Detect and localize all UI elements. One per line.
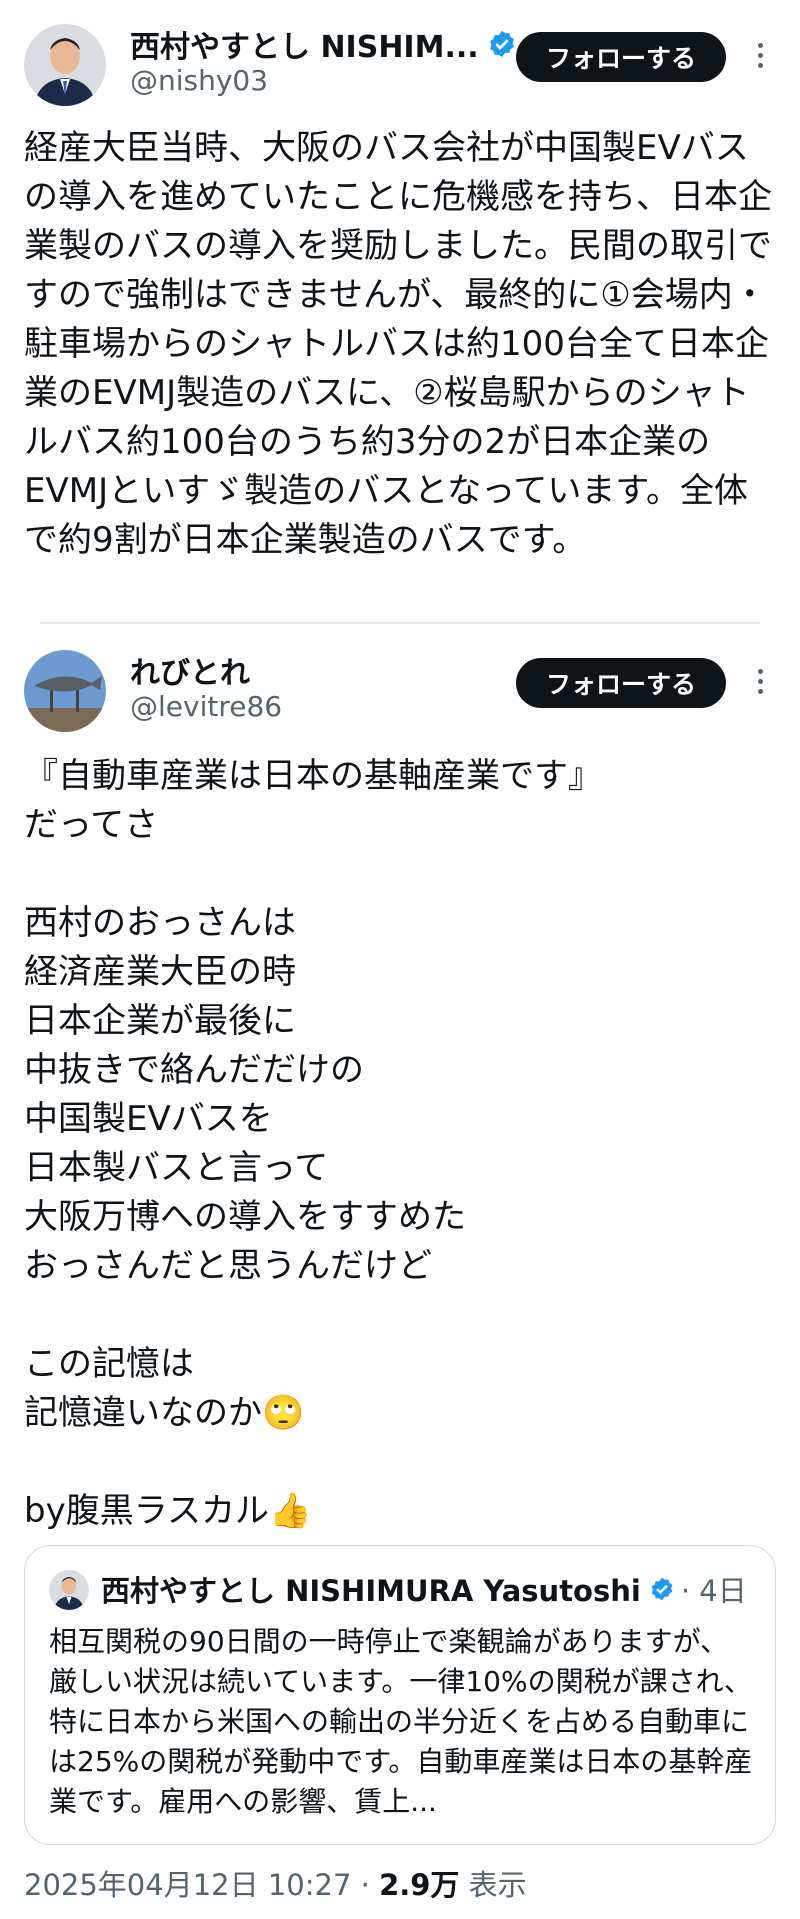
view-count: 2.9万	[379, 1868, 460, 1902]
quoted-post-header: 西村やすとし NISHIMURA Yasutoshi · 4日	[101, 1568, 747, 1610]
more-options-icon[interactable]	[750, 38, 770, 78]
user-handle[interactable]: @nishy03	[130, 64, 268, 97]
verified-badge-icon	[489, 30, 514, 58]
display-name[interactable]: れびとれ	[130, 648, 250, 692]
verified-badge-icon	[651, 1577, 673, 1601]
display-name[interactable]: 西村やすとし NISHIM...	[130, 22, 479, 66]
avatar-nishimura	[49, 1570, 89, 1610]
divider	[40, 622, 760, 624]
post-text: 経産大臣当時、大阪のバス会社が中国製EVバスの導入を進めていたことに危機感を持ち…	[24, 128, 772, 560]
quoted-display-name: 西村やすとし NISHIMURA Yasutoshi	[101, 1574, 641, 1608]
name-row: れびとれ	[130, 648, 250, 692]
avatar-levitre[interactable]	[24, 650, 106, 732]
follow-button[interactable]: フォローする	[516, 32, 726, 82]
quoted-post-card[interactable]: 西村やすとし NISHIMURA Yasutoshi · 4日 相互関税の90日…	[24, 1545, 776, 1845]
name-row: 西村やすとし NISHIM...	[130, 22, 517, 66]
follow-button[interactable]: フォローする	[516, 658, 726, 708]
quoted-post-text: 相互関税の90日間の一時停止で楽観論がありますが、厳しい状況は続いています。一律…	[49, 1625, 753, 1818]
more-options-icon[interactable]	[750, 664, 770, 704]
meta-separator: ·	[360, 1868, 370, 1902]
quoted-post-time: · 4日	[680, 1574, 747, 1608]
post-meta: 2025年04月12日 10:27 · 2.9万 表示	[24, 1862, 527, 1904]
post-text: 『自動車産業は日本の基軸産業です』 だってさ 西村のおっさんは 経済産業大臣の時…	[24, 756, 602, 1531]
post-timestamp[interactable]: 2025年04月12日 10:27	[24, 1868, 351, 1902]
view-count-label: 表示	[468, 1868, 527, 1902]
user-handle[interactable]: @levitre86	[130, 690, 282, 723]
avatar-nishimura[interactable]	[24, 24, 106, 106]
